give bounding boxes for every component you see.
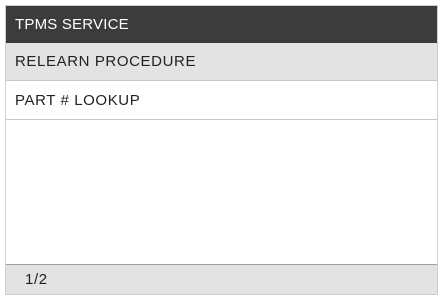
tpms-screen: TPMS SERVICE RELEARN PROCEDURE PART # LO… — [5, 5, 438, 295]
menu-item-relearn-procedure[interactable]: RELEARN PROCEDURE — [6, 43, 437, 81]
menu-list: RELEARN PROCEDURE PART # LOOKUP — [6, 43, 437, 120]
page-title: TPMS SERVICE — [6, 6, 437, 43]
page-indicator: 1/2 — [6, 264, 437, 294]
menu-item-part-lookup[interactable]: PART # LOOKUP — [6, 81, 437, 120]
